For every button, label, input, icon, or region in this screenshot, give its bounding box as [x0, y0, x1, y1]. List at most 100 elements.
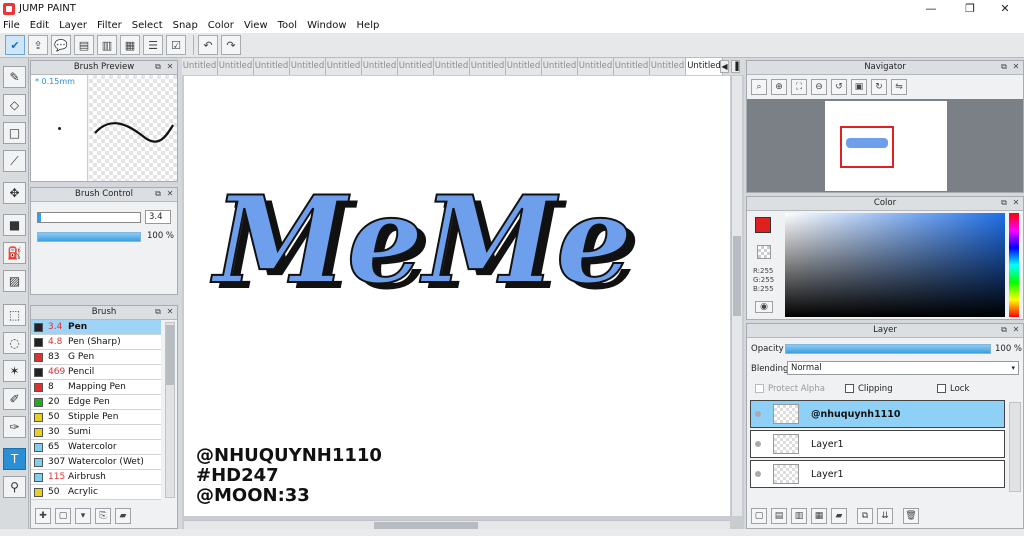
zoom-in-icon[interactable]: ⊕: [771, 79, 787, 95]
close-button[interactable]: ✕: [988, 0, 1022, 17]
fit-window-icon[interactable]: ⛶: [791, 79, 807, 95]
document-tab[interactable]: Untitled: [254, 58, 290, 75]
brush-size-input[interactable]: 3.4: [145, 210, 171, 224]
zoom-fit-icon[interactable]: ⌕: [751, 79, 767, 95]
brush-list-item[interactable]: 8 Mapping Pen: [31, 380, 161, 395]
duplicate-layer-icon[interactable]: ⧉: [857, 508, 873, 524]
scroll-thumb[interactable]: [166, 325, 174, 385]
pen-tool-icon[interactable]: ✎: [3, 66, 26, 88]
document-tab[interactable]: Untitled: [434, 58, 470, 75]
redo-icon[interactable]: ↷: [221, 35, 241, 55]
flip-icon[interactable]: ⇋: [891, 79, 907, 95]
select-pen-tool-icon[interactable]: ✐: [3, 388, 26, 410]
gradient-tool-icon[interactable]: ▨: [3, 270, 26, 292]
brush-list-item[interactable]: 307 Watercolor (Wet): [31, 455, 161, 470]
rotate-left-icon[interactable]: ↺: [831, 79, 847, 95]
navigator-view[interactable]: [747, 99, 1023, 192]
panel-float-icon[interactable]: ⧉: [153, 307, 163, 317]
primary-color-swatch[interactable]: [755, 217, 771, 233]
menu-snap[interactable]: Snap: [173, 20, 198, 31]
panel-close-icon[interactable]: ✕: [165, 62, 175, 72]
brush-opacity-slider[interactable]: [37, 232, 141, 242]
document-tab[interactable]: Untitled: [470, 58, 506, 75]
visibility-icon[interactable]: [755, 471, 761, 477]
visibility-icon[interactable]: [755, 411, 761, 417]
document-tab[interactable]: Untitled: [542, 58, 578, 75]
undo-icon[interactable]: ↶: [198, 35, 218, 55]
new-raster-layer-icon[interactable]: ▤: [771, 508, 787, 524]
document-tab[interactable]: Untitled: [686, 58, 723, 75]
checklist-icon[interactable]: ☑: [166, 35, 186, 55]
add-brush-icon[interactable]: ✚: [35, 508, 51, 524]
menu-view[interactable]: View: [244, 20, 268, 31]
brush-list-item[interactable]: 50 Stipple Pen: [31, 410, 161, 425]
reset-rotation-icon[interactable]: ▣: [851, 79, 867, 95]
document-tab[interactable]: Untitled: [506, 58, 542, 75]
rotate-right-icon[interactable]: ↻: [871, 79, 887, 95]
share-icon[interactable]: ⇪: [28, 35, 48, 55]
scroll-thumb[interactable]: [733, 236, 741, 316]
select-rect-tool-icon[interactable]: ⬚: [3, 304, 26, 326]
clipping-checkbox[interactable]: Clipping: [845, 384, 893, 394]
hue-slider[interactable]: [1009, 213, 1019, 317]
menu-filter[interactable]: Filter: [97, 20, 122, 31]
lock-checkbox[interactable]: Lock: [937, 384, 969, 394]
zoom-out-icon[interactable]: ⊖: [811, 79, 827, 95]
document-tab[interactable]: Untitled: [614, 58, 650, 75]
document-tab[interactable]: Untitled: [218, 58, 254, 75]
document-tab[interactable]: Untitled: [578, 58, 614, 75]
canvas-vertical-scrollbar[interactable]: [731, 76, 742, 516]
message-icon[interactable]: ▤: [74, 35, 94, 55]
panel-float-icon[interactable]: ⧉: [999, 62, 1009, 72]
layer-row[interactable]: @nhuquynh1110: [750, 400, 1005, 428]
color-picker-field[interactable]: [785, 213, 1005, 317]
document-tab[interactable]: Untitled: [362, 58, 398, 75]
list-icon[interactable]: ☰: [143, 35, 163, 55]
eyedropper-tool-icon[interactable]: ⚲: [3, 476, 26, 498]
panel-float-icon[interactable]: ⧉: [153, 189, 163, 199]
document-tab[interactable]: Untitled: [326, 58, 362, 75]
brush-list-scrollbar[interactable]: [165, 322, 175, 498]
layer-folder-icon[interactable]: ▰: [831, 508, 847, 524]
menu-edit[interactable]: Edit: [30, 20, 49, 31]
document-tab[interactable]: Untitled: [182, 58, 218, 75]
document-icon[interactable]: ▦: [120, 35, 140, 55]
transparent-color-swatch[interactable]: [757, 245, 771, 259]
brush-copy-icon[interactable]: ⎘: [95, 508, 111, 524]
tab-scroll-left-icon[interactable]: ◀: [720, 60, 729, 73]
menu-help[interactable]: Help: [357, 20, 380, 31]
brush-list-item[interactable]: 3.4 Pen: [31, 320, 161, 335]
brush-list-item[interactable]: 469 Pencil: [31, 365, 161, 380]
panel-close-icon[interactable]: ✕: [1011, 198, 1021, 208]
move-tool-icon[interactable]: ✥: [3, 182, 26, 204]
document-tab[interactable]: Untitled: [398, 58, 434, 75]
brush-list-item[interactable]: 50 Acrylic: [31, 485, 161, 500]
menu-file[interactable]: File: [3, 20, 20, 31]
drawing-canvas[interactable]: MeMe MeMe @NHUQUYNH1110 #HD247 @MOON:33: [184, 76, 730, 516]
panel-close-icon[interactable]: ✕: [1011, 325, 1021, 335]
brush-menu-icon[interactable]: ▾: [75, 508, 91, 524]
document-tab[interactable]: Untitled: [650, 58, 686, 75]
brush-list-item[interactable]: 65 Watercolor: [31, 440, 161, 455]
brush-list-item[interactable]: 115 Airbrush: [31, 470, 161, 485]
panel-close-icon[interactable]: ✕: [165, 307, 175, 317]
bucket-tool-icon[interactable]: ⛽: [3, 242, 26, 264]
cloud-check-icon[interactable]: ✔: [5, 35, 25, 55]
menu-select[interactable]: Select: [132, 20, 163, 31]
brush-size-slider[interactable]: [37, 212, 141, 223]
protect-alpha-checkbox[interactable]: Protect Alpha: [755, 384, 825, 394]
panel-float-icon[interactable]: ⧉: [999, 325, 1009, 335]
panel-float-icon[interactable]: ⧉: [153, 62, 163, 72]
document-tab[interactable]: Untitled: [290, 58, 326, 75]
brush-list-item[interactable]: 30 Sumi: [31, 425, 161, 440]
layer-row[interactable]: Layer1: [750, 430, 1005, 458]
new-halftone-layer-icon[interactable]: ▦: [811, 508, 827, 524]
visibility-icon[interactable]: [755, 441, 761, 447]
brush-list-item[interactable]: 83 G Pen: [31, 350, 161, 365]
eraser-tool-icon[interactable]: ◇: [3, 94, 26, 116]
blending-select[interactable]: Normal ▾: [787, 361, 1019, 375]
menu-window[interactable]: Window: [307, 20, 346, 31]
lasso-tool-icon[interactable]: ◌: [3, 332, 26, 354]
delete-layer-icon[interactable]: 🗑: [903, 508, 919, 524]
menu-color[interactable]: Color: [208, 20, 234, 31]
